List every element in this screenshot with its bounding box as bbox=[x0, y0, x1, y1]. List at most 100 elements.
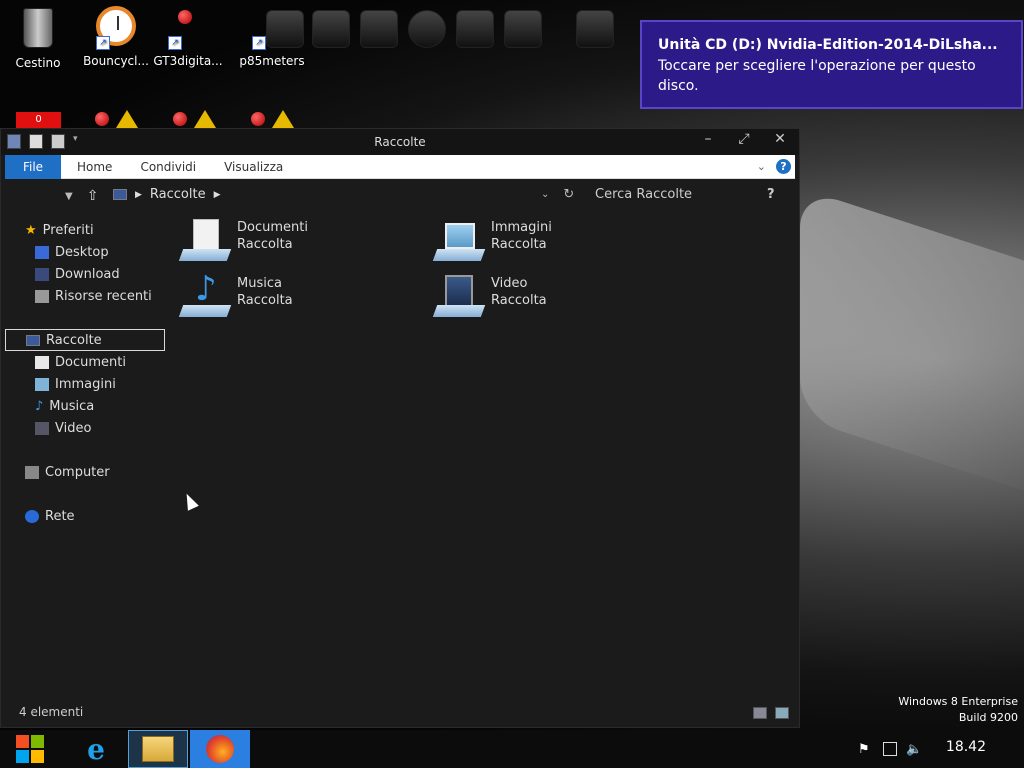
music-note-icon: ♪ bbox=[35, 398, 44, 414]
speaker-widget-icon[interactable] bbox=[456, 10, 494, 48]
libraries-icon bbox=[113, 189, 127, 200]
breadcrumb-raccolte[interactable]: Raccolte bbox=[150, 187, 206, 202]
libraries-icon bbox=[26, 334, 40, 346]
download-icon bbox=[35, 267, 49, 281]
help-button[interactable]: ? bbox=[776, 159, 791, 174]
refresh-icon[interactable]: ↻ bbox=[563, 187, 574, 202]
autoplay-notification[interactable]: Unità CD (D:) Nvidia-Edition-2014-DiLsha… bbox=[640, 20, 1023, 109]
nav-video[interactable]: Video bbox=[5, 417, 165, 439]
video-library-icon bbox=[432, 275, 486, 321]
library-type: Raccolta bbox=[491, 293, 547, 308]
recent-places-icon bbox=[35, 289, 49, 303]
search-input[interactable]: Cerca Raccolte bbox=[595, 187, 692, 202]
library-name: Immagini bbox=[491, 220, 552, 235]
shortcut-arrow-icon: ↗ bbox=[252, 36, 266, 50]
library-immagini[interactable]: Immagini Raccolta bbox=[432, 219, 552, 265]
chevron-right-icon[interactable]: ▶ bbox=[214, 190, 221, 200]
desktop-icon bbox=[35, 245, 49, 259]
alarm-light-icon bbox=[251, 112, 265, 126]
breadcrumb[interactable]: ▶ Raccolte ▶ bbox=[113, 187, 221, 202]
shortcut-arrow-icon: ↗ bbox=[96, 36, 110, 50]
large-icons-view-icon[interactable] bbox=[775, 707, 789, 719]
documents-icon bbox=[35, 355, 49, 369]
help-icon[interactable]: ? bbox=[767, 187, 775, 202]
documents-library-icon bbox=[178, 219, 232, 265]
library-type: Raccolta bbox=[237, 293, 293, 308]
pictures-library-icon bbox=[432, 219, 486, 265]
notification-body: Toccare per scegliere l'operazione per q… bbox=[658, 58, 976, 94]
desktop-icon-label: Cestino bbox=[15, 56, 61, 70]
network-icon bbox=[25, 509, 39, 523]
library-name: Documenti bbox=[237, 220, 308, 235]
windows-logo-icon bbox=[16, 735, 44, 763]
taskbar-firefox[interactable] bbox=[190, 730, 250, 768]
recent-locations-icon[interactable]: ▼ bbox=[65, 191, 73, 202]
network-tray-icon[interactable] bbox=[883, 742, 897, 756]
tab-condividi[interactable]: Condividi bbox=[140, 160, 196, 174]
nav-computer[interactable]: Computer bbox=[5, 461, 165, 483]
folder-widget-icon[interactable] bbox=[360, 10, 398, 48]
nav-musica[interactable]: ♪ Musica bbox=[5, 395, 165, 417]
desktop-icon-gt3digital[interactable]: ↗ GT3digita... bbox=[152, 6, 224, 68]
gauge-icon bbox=[178, 10, 192, 24]
library-name: Musica bbox=[237, 276, 282, 291]
maximize-button[interactable]: ⤢ bbox=[735, 131, 753, 147]
nav-immagini[interactable]: Immagini bbox=[5, 373, 165, 395]
disc-widget-icon[interactable] bbox=[408, 10, 446, 48]
warning-icon bbox=[116, 110, 138, 128]
windows-watermark: Windows 8 Enterprise Build 9200 bbox=[898, 695, 1018, 724]
desktop-icon-label: Bouncycl... bbox=[83, 54, 149, 68]
desktop: Cestino ↗ Bouncycl... ↗ GT3digita... ↗ p… bbox=[0, 0, 1024, 730]
expand-ribbon-icon[interactable]: ⌄ bbox=[757, 160, 766, 173]
library-type: Raccolta bbox=[237, 237, 293, 252]
video-icon bbox=[35, 421, 49, 435]
alarm-light-icon bbox=[95, 112, 109, 126]
recycle-bin-icon bbox=[23, 8, 53, 48]
alarm-light-icon bbox=[173, 112, 187, 126]
taskbar-clock[interactable]: 18.42 bbox=[946, 739, 986, 755]
star-icon: ★ bbox=[25, 222, 37, 238]
close-button[interactable]: ✕ bbox=[771, 131, 789, 147]
volume-muted-icon[interactable]: 🔈 bbox=[906, 742, 922, 757]
ie-widget-icon[interactable] bbox=[576, 10, 614, 48]
nav-risorse-recenti[interactable]: Risorse recenti bbox=[5, 285, 165, 307]
library-video[interactable]: Video Raccolta bbox=[432, 275, 547, 321]
warning-icon bbox=[194, 110, 216, 128]
nav-download[interactable]: Download bbox=[5, 263, 165, 285]
tab-file[interactable]: File bbox=[5, 154, 61, 179]
pictures-icon bbox=[35, 377, 49, 391]
taskbar-file-explorer[interactable] bbox=[128, 730, 188, 768]
library-documenti[interactable]: Documenti Raccolta bbox=[178, 219, 308, 265]
library-name: Video bbox=[491, 276, 528, 291]
computer-icon bbox=[25, 465, 39, 479]
nav-raccolte[interactable]: Raccolte bbox=[5, 329, 165, 351]
counter-badge: 0 bbox=[16, 112, 61, 128]
nav-rete[interactable]: Rete bbox=[5, 505, 165, 527]
desktop-icon-cestino[interactable]: Cestino bbox=[2, 6, 74, 70]
minimize-button[interactable]: – bbox=[699, 131, 717, 147]
address-dropdown-icon[interactable]: ⌄ bbox=[541, 189, 549, 200]
title-bar: ▾ Raccolte – ⤢ ✕ bbox=[1, 129, 799, 155]
desktop-icon-bouncyclock[interactable]: ↗ Bouncycl... bbox=[80, 6, 152, 68]
chevron-right-icon[interactable]: ▶ bbox=[135, 190, 142, 200]
start-button[interactable] bbox=[0, 730, 60, 768]
nav-desktop[interactable]: Desktop bbox=[5, 241, 165, 263]
notification-title: Unità CD (D:) Nvidia-Edition-2014-DiLsha… bbox=[658, 37, 998, 53]
shortcut-arrow-icon: ↗ bbox=[168, 36, 182, 50]
equalizer-widget-icon[interactable] bbox=[504, 10, 542, 48]
folder-icon bbox=[142, 736, 174, 762]
up-arrow-icon[interactable]: ⇧ bbox=[87, 188, 99, 204]
nav-preferiti[interactable]: ★ Preferiti bbox=[5, 219, 165, 241]
tab-visualizza[interactable]: Visualizza bbox=[224, 160, 283, 174]
window-title: Raccolte bbox=[374, 135, 426, 149]
widget-icon[interactable] bbox=[312, 10, 350, 48]
library-musica[interactable]: ♪ Musica Raccolta bbox=[178, 271, 293, 321]
action-center-flag-icon[interactable]: ⚑ bbox=[858, 742, 872, 757]
tab-home[interactable]: Home bbox=[77, 160, 112, 174]
details-view-icon[interactable] bbox=[753, 707, 767, 719]
nav-documenti[interactable]: Documenti bbox=[5, 351, 165, 373]
taskbar-internet-explorer[interactable]: e bbox=[66, 730, 126, 768]
taskbar: e ⚑ 🔈 18.42 bbox=[0, 730, 1024, 768]
widget-icon[interactable] bbox=[266, 10, 304, 48]
warning-icon bbox=[272, 110, 294, 128]
